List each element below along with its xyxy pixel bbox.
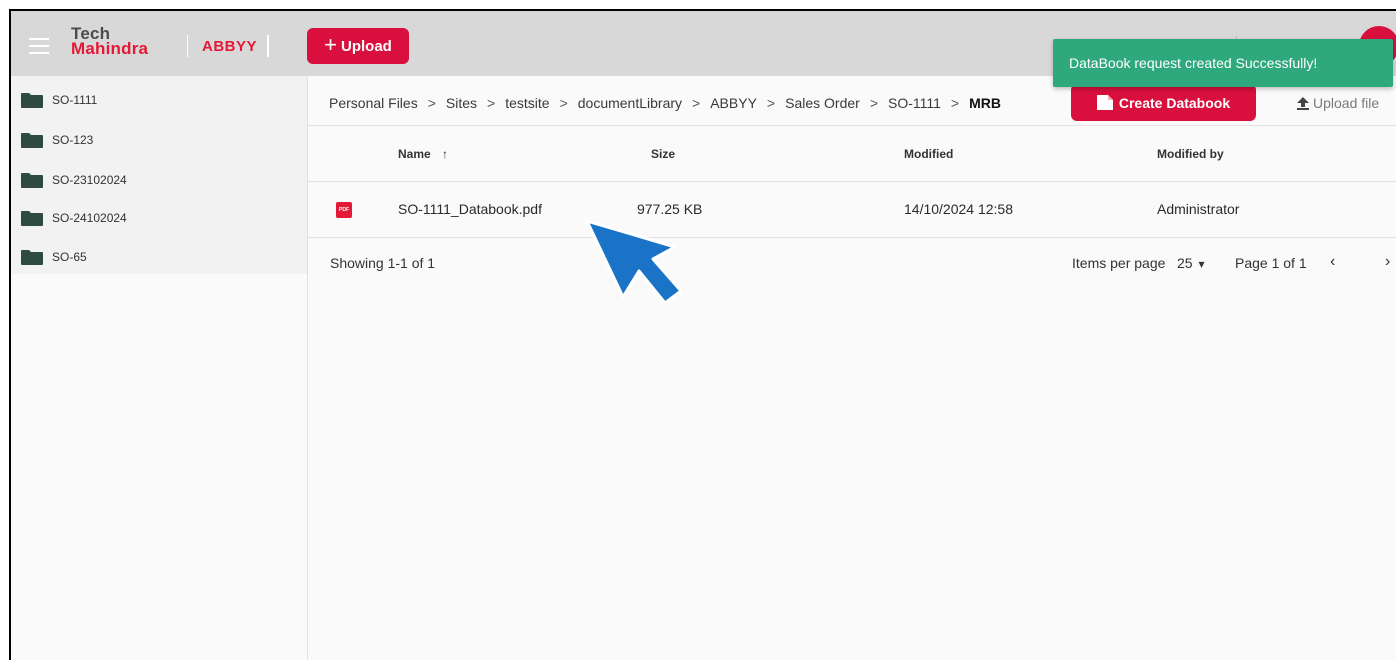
upload-file-label: Upload file (1313, 95, 1380, 111)
toolbar-divider (308, 125, 1396, 126)
folder-icon (21, 210, 43, 226)
file-modified-by: Administrator (1157, 201, 1240, 217)
folder-icon (21, 172, 43, 188)
table-header-divider (308, 181, 1396, 182)
sort-ascending-icon: ↑ (442, 147, 449, 161)
sidebar-divider (307, 76, 308, 660)
folder-label: SO-23102024 (52, 173, 127, 187)
breadcrumb-item[interactable]: Sites (446, 95, 477, 111)
folder-icon (21, 92, 43, 108)
breadcrumb-current: MRB (969, 95, 1001, 111)
column-header-modified-by[interactable]: Modified by (1157, 147, 1224, 161)
sidebar-folder-so-65[interactable]: SO-65 (21, 248, 87, 266)
breadcrumb-item[interactable]: SO-1111 (888, 95, 941, 111)
hamburger-menu-icon[interactable] (29, 38, 49, 54)
app-window: Tech Mahindra ABBYY + Upload DataBook re… (9, 9, 1396, 660)
breadcrumb-item[interactable]: testsite (505, 95, 549, 111)
toast-message: DataBook request created Successfully! (1069, 55, 1318, 71)
column-header-name[interactable]: Name ↑ (398, 147, 448, 161)
new-file-icon (1096, 95, 1113, 110)
breadcrumb-separator: > (950, 95, 960, 111)
breadcrumb-separator: > (692, 95, 701, 111)
upload-arrow-icon (1297, 96, 1309, 110)
sidebar-empty-area (11, 274, 307, 660)
pointer-arrow-icon (585, 219, 683, 305)
caret-down-icon: ▾ (1198, 257, 1205, 271)
file-modified: 14/10/2024 12:58 (904, 201, 1013, 217)
upload-button[interactable]: + Upload (307, 28, 409, 64)
sidebar-folder-so-23102024[interactable]: SO-23102024 (21, 171, 127, 189)
upload-button-label: Upload (341, 37, 392, 55)
next-page-icon[interactable]: › (1385, 253, 1390, 271)
create-databook-label: Create Databook (1118, 94, 1231, 111)
breadcrumb-item[interactable]: documentLibrary (578, 95, 682, 111)
sidebar-folder-so-123[interactable]: SO-123 (21, 131, 93, 149)
folder-label: SO-1111 (52, 93, 98, 107)
breadcrumb-separator: > (766, 95, 776, 111)
pdf-icon: PDF (336, 202, 352, 218)
items-per-page-value: 25 (1177, 255, 1193, 271)
folder-icon (21, 132, 43, 148)
file-name[interactable]: SO-1111_Databook.pdf (398, 201, 542, 217)
column-header-size[interactable]: Size (651, 147, 675, 161)
logo-line2: Mahindra (71, 39, 149, 58)
logo-divider (187, 35, 188, 57)
breadcrumb-item[interactable]: ABBYY (710, 95, 757, 111)
folder-label: SO-24102024 (52, 211, 127, 225)
breadcrumb-separator: > (869, 95, 878, 111)
folder-icon (21, 249, 43, 265)
column-header-modified[interactable]: Modified (904, 147, 953, 161)
items-per-page-select[interactable]: 25 ▾ (1177, 255, 1205, 271)
breadcrumb-item[interactable]: Sales Order (785, 95, 860, 111)
sidebar-folder-so-1111[interactable]: SO-1111 (21, 91, 97, 109)
breadcrumb: Personal Files > Sites > testsite > docu… (329, 95, 1001, 111)
folder-label: SO-65 (52, 250, 87, 264)
previous-page-icon[interactable]: ‹ (1330, 253, 1335, 271)
create-databook-button[interactable]: Create Databook (1071, 84, 1256, 121)
pagination-summary: Showing 1-1 of 1 (330, 255, 436, 271)
column-name-label: Name (398, 147, 431, 161)
breadcrumb-item[interactable]: Personal Files (329, 95, 418, 111)
tech-mahindra-logo: Tech Mahindra (71, 25, 149, 58)
sidebar-folder-so-24102024[interactable]: SO-24102024 (21, 209, 127, 227)
plus-icon: + (324, 32, 337, 57)
success-toast: DataBook request created Successfully! (1053, 39, 1393, 87)
folder-label: SO-123 (52, 133, 94, 147)
breadcrumb-separator: > (559, 95, 568, 111)
logo-divider (267, 35, 269, 57)
table-row-divider (308, 237, 1396, 238)
folder-sidebar: SO-1111 SO-123 SO-23102024 SO-24102024 S… (11, 76, 307, 274)
breadcrumb-separator: > (427, 95, 436, 111)
page-indicator: Page 1 of 1 (1235, 255, 1307, 271)
items-per-page-label: Items per page (1072, 255, 1166, 271)
abbyy-logo: ABBYY (202, 38, 258, 55)
file-size: 977.25 KB (637, 201, 703, 217)
upload-file-button[interactable]: Upload file (1297, 95, 1379, 111)
breadcrumb-separator: > (487, 95, 496, 111)
